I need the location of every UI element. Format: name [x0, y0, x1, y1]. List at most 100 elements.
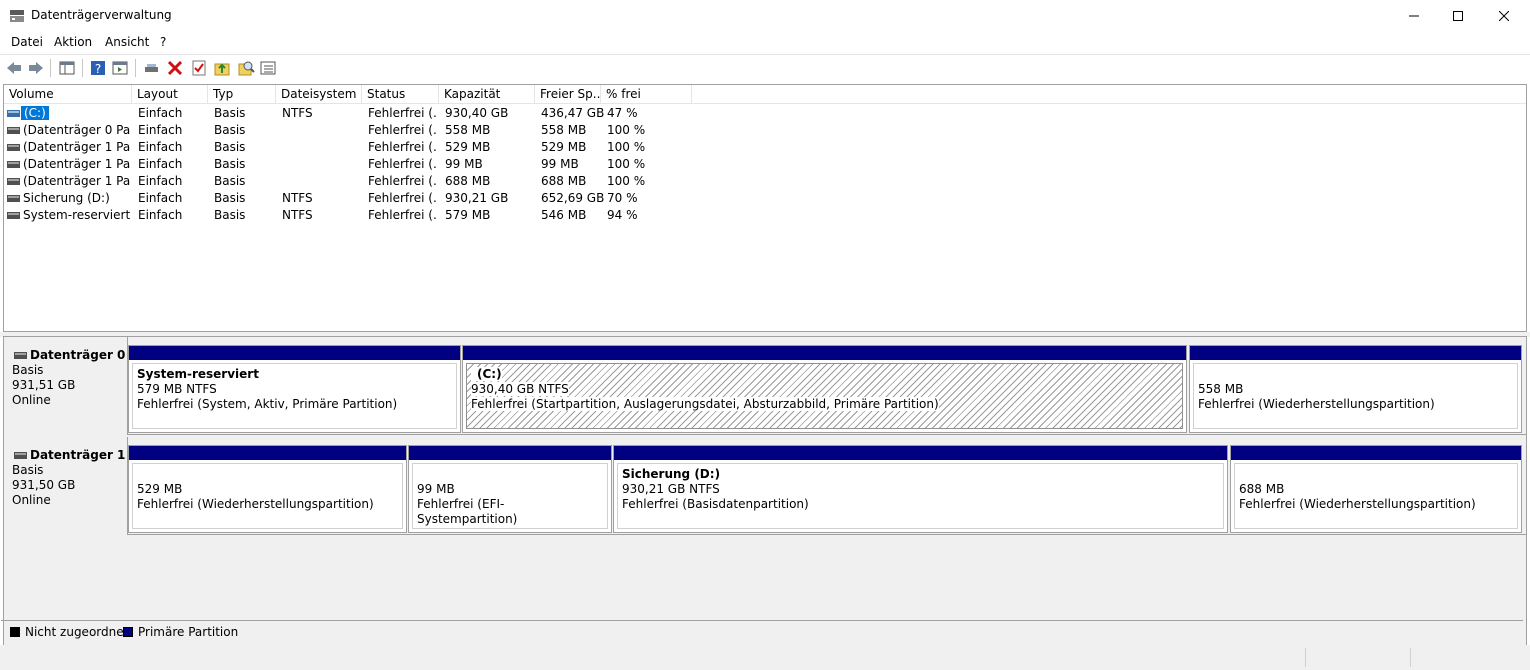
volume-name: (Datenträger 1 Par...: [23, 157, 131, 171]
list-view-icon[interactable]: [259, 59, 277, 77]
partition-recovery-disk1-b[interactable]: 688 MB Fehlerfrei (Wiederherstellungspar…: [1230, 445, 1522, 533]
free-space-cell: 652,69 GB: [541, 191, 605, 205]
percent-free-cell: 100 %: [607, 157, 646, 171]
legend-label-primary: Primäre Partition: [138, 625, 239, 639]
typ-cell: Basis: [214, 123, 246, 137]
percent-free-cell: 94 %: [607, 208, 638, 222]
table-row[interactable]: (Datenträger 0 Par... Einfach Basis Fehl…: [4, 122, 1526, 139]
column-header-typ[interactable]: Typ: [208, 85, 276, 104]
layout-cell: Einfach: [138, 191, 183, 205]
partition-d[interactable]: Sicherung (D:) 930,21 GB NTFS Fehlerfrei…: [613, 445, 1228, 533]
layout-cell: Einfach: [138, 106, 183, 120]
maximize-button[interactable]: [1435, 0, 1481, 32]
delete-icon[interactable]: [166, 59, 184, 77]
table-row[interactable]: System-reserviert Einfach Basis NTFS Feh…: [4, 207, 1526, 224]
filesystem-cell: NTFS: [282, 191, 313, 205]
partition-status: Fehlerfrei (EFI-Systempartition): [417, 497, 518, 526]
status-cell: Fehlerfrei (...: [368, 157, 438, 171]
help-icon[interactable]: ?: [89, 59, 107, 77]
partition-name: [1239, 467, 1513, 482]
toolbar-separator: [82, 59, 83, 77]
typ-cell: Basis: [214, 106, 246, 120]
free-space-cell: 436,47 GB: [541, 106, 605, 120]
disk-graphical-view: Datenträger 0 Basis 931,51 GB Online Sys…: [1, 336, 1527, 666]
properties-icon[interactable]: [190, 59, 208, 77]
capacity-cell: 579 MB: [445, 208, 491, 222]
partition-c[interactable]: (C:) 930,40 GB NTFS Fehlerfrei (Startpar…: [462, 345, 1187, 433]
column-header-freier-speicher[interactable]: Freier Sp...: [535, 85, 601, 104]
table-row[interactable]: (Datenträger 1 Par... Einfach Basis Fehl…: [4, 139, 1526, 156]
partition-efi[interactable]: 99 MB Fehlerfrei (EFI-Systempartition): [408, 445, 612, 533]
menu-ansicht[interactable]: Ansicht: [105, 35, 149, 49]
console-tree-icon[interactable]: [58, 59, 76, 77]
volume-name: (Datenträger 1 Par...: [23, 174, 131, 188]
capacity-cell: 99 MB: [445, 157, 483, 171]
volume-list[interactable]: Volume Layout Typ Dateisystem Status Kap…: [3, 84, 1527, 332]
column-header-layout[interactable]: Layout: [132, 85, 208, 104]
disk-type: Basis: [12, 363, 44, 377]
toolbar: ?: [0, 54, 1530, 80]
disk-row-0: Datenträger 0 Basis 931,51 GB Online Sys…: [4, 337, 1526, 435]
typ-cell: Basis: [214, 174, 246, 188]
partition-recovery-disk0[interactable]: 558 MB Fehlerfrei (Wiederherstellungspar…: [1189, 345, 1522, 433]
partition-name: System-reserviert: [137, 367, 259, 381]
table-row[interactable]: (C:) Einfach Basis NTFS Fehlerfrei (... …: [4, 105, 1526, 122]
layout-cell: Einfach: [138, 157, 183, 171]
volume-icon: [7, 212, 20, 219]
table-row[interactable]: (Datenträger 1 Par... Einfach Basis Fehl…: [4, 173, 1526, 190]
capacity-cell: 688 MB: [445, 174, 491, 188]
maximize-icon: [1453, 11, 1463, 21]
layout-cell: Einfach: [138, 140, 183, 154]
column-header-status[interactable]: Status: [362, 85, 439, 104]
status-cell: Fehlerfrei (...: [368, 123, 438, 137]
partition-status: Fehlerfrei (Startpartition, Auslagerungs…: [471, 397, 939, 411]
disk-state: Online: [12, 393, 51, 407]
status-cell: Fehlerfrei (...: [368, 106, 438, 120]
percent-free-cell: 70 %: [607, 191, 638, 205]
menu-datei[interactable]: Datei: [11, 35, 43, 49]
minimize-icon: [1409, 15, 1419, 17]
partition-size: 688 MB: [1239, 482, 1285, 496]
partition-bar: [129, 446, 406, 460]
forward-icon[interactable]: [27, 59, 45, 77]
volume-icon: [7, 161, 20, 168]
svg-text:?: ?: [95, 62, 101, 76]
connect-icon[interactable]: [143, 59, 161, 77]
back-icon[interactable]: [5, 59, 23, 77]
toolbar-separator: [50, 59, 51, 77]
column-header-kapazitaet[interactable]: Kapazität: [439, 85, 535, 104]
minimize-button[interactable]: [1391, 0, 1437, 32]
partition-status: Fehlerfrei (System, Aktiv, Primäre Parti…: [137, 397, 398, 411]
table-row[interactable]: (Datenträger 1 Par... Einfach Basis Fehl…: [4, 156, 1526, 173]
partition-bar: [409, 446, 611, 460]
volume-name[interactable]: (C:): [21, 106, 49, 120]
close-button[interactable]: [1481, 0, 1527, 32]
partition-system-reserved[interactable]: System-reserviert 579 MB NTFS Fehlerfrei…: [128, 345, 461, 433]
table-row[interactable]: Sicherung (D:) Einfach Basis NTFS Fehler…: [4, 190, 1526, 207]
action-pane-icon[interactable]: [111, 59, 129, 77]
partition-bar: [1231, 446, 1521, 460]
volume-name: (Datenträger 1 Par...: [23, 140, 131, 154]
column-header-dateisystem[interactable]: Dateisystem: [276, 85, 362, 104]
partition-status: Fehlerfrei (Wiederherstellungspartition): [137, 497, 374, 511]
refresh-icon[interactable]: [213, 59, 231, 77]
disk-name: Datenträger 1: [30, 448, 126, 462]
menu-aktion[interactable]: Aktion: [54, 35, 92, 49]
disk-info-0[interactable]: Datenträger 0 Basis 931,51 GB Online: [4, 337, 128, 435]
free-space-cell: 688 MB: [541, 174, 587, 188]
percent-free-cell: 100 %: [607, 140, 646, 154]
partition-bar: [1190, 346, 1521, 360]
free-space-cell: 99 MB: [541, 157, 579, 171]
legend-swatch-primary: [123, 627, 133, 637]
partition-bar: [129, 346, 460, 360]
status-bar: [0, 645, 1530, 670]
partition-recovery-disk1-a[interactable]: 529 MB Fehlerfrei (Wiederherstellungspar…: [128, 445, 407, 533]
disk-icon: [14, 352, 27, 359]
disk-info-1[interactable]: Datenträger 1 Basis 931,50 GB Online: [4, 437, 128, 535]
column-header-volume[interactable]: Volume: [4, 85, 132, 104]
partition-size: 99 MB: [417, 482, 455, 496]
volume-icon: [7, 178, 20, 185]
menu-help[interactable]: ?: [160, 35, 166, 49]
column-header-prozent-frei[interactable]: % frei: [601, 85, 692, 104]
find-icon[interactable]: [237, 59, 255, 77]
